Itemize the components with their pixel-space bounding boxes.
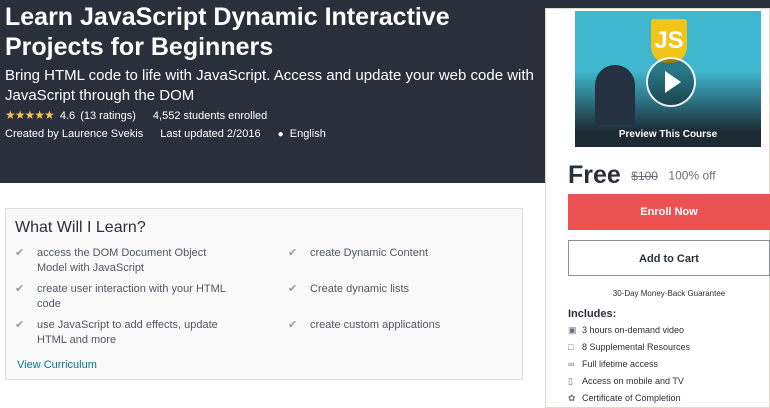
- preview-label[interactable]: Preview This Course: [575, 129, 761, 141]
- check-icon: ✔: [288, 247, 298, 259]
- what-will-i-learn-box: What Will I Learn? ✔ access the DOM Docu…: [5, 208, 523, 380]
- certificate-icon: ✿: [568, 393, 576, 403]
- view-curriculum-link[interactable]: View Curriculum: [17, 358, 97, 372]
- check-icon: ✔: [15, 247, 25, 259]
- check-icon: ✔: [15, 319, 25, 331]
- check-icon: ✔: [288, 283, 298, 295]
- course-language: English: [289, 128, 326, 140]
- mobile-icon: ▯: [568, 376, 573, 386]
- last-updated: Last updated 2/2016: [160, 128, 261, 140]
- original-price: $100: [631, 168, 658, 183]
- learn-item: ✔ use JavaScript to add effects, update …: [15, 319, 218, 346]
- speech-bubble-icon: ●: [277, 129, 284, 140]
- learn-item: ✔ create custom applications: [288, 319, 441, 331]
- play-icon[interactable]: [646, 57, 696, 107]
- learn-item: ✔ create Dynamic Content: [288, 247, 428, 259]
- rating-row: ★★★★★ 4.6 (13 ratings) 4,552 students en…: [5, 108, 267, 122]
- rating-value: 4.6: [59, 110, 76, 122]
- check-icon: ✔: [15, 283, 25, 295]
- purchase-sidebar: JS Preview This Course Free $100 100% of…: [545, 8, 770, 408]
- course-meta: Created by Laurence Svekis Last updated …: [5, 127, 326, 141]
- learn-title: What Will I Learn?: [15, 219, 146, 236]
- rating-count[interactable]: (13 ratings): [80, 110, 136, 122]
- price-row: Free $100 100% off: [568, 161, 716, 191]
- course-preview-video[interactable]: JS Preview This Course: [575, 11, 761, 147]
- infinity-icon: ∞: [568, 359, 575, 369]
- enrolled-count: 4,552 students enrolled: [152, 110, 268, 122]
- includes-item: ▣ 3 hours on-demand video: [568, 325, 685, 335]
- current-price: Free: [568, 161, 621, 189]
- includes-title: Includes:: [568, 308, 617, 320]
- learn-item: ✔ Create dynamic lists: [288, 283, 410, 295]
- course-title: Learn JavaScript Dynamic Interactive Pro…: [5, 3, 450, 61]
- instructor-link[interactable]: Created by Laurence Svekis: [5, 128, 143, 140]
- instructor-silhouette: [595, 65, 635, 125]
- course-subtitle: Bring HTML code to life with JavaScript.…: [5, 67, 534, 104]
- enroll-now-button[interactable]: Enroll Now: [568, 194, 770, 230]
- money-back-guarantee: 30-Day Money-Back Guarantee: [612, 289, 726, 298]
- file-icon: □: [568, 342, 574, 352]
- learn-item: ✔ access the DOM Document Object Model w…: [15, 247, 207, 274]
- includes-item: ✿ Certificate of Completion: [568, 393, 681, 403]
- includes-item: ∞ Full lifetime access: [568, 359, 659, 369]
- check-icon: ✔: [288, 319, 298, 331]
- add-to-cart-button[interactable]: Add to Cart: [568, 240, 770, 276]
- discount-percent: 100% off: [668, 168, 716, 183]
- video-icon: ▣: [568, 325, 577, 335]
- includes-item: □ 8 Supplemental Resources: [568, 342, 691, 352]
- includes-item: ▯ Access on mobile and TV: [568, 376, 684, 386]
- star-rating-icon: ★★★★★: [5, 108, 55, 122]
- learn-item: ✔ create user interaction with your HTML…: [15, 283, 226, 310]
